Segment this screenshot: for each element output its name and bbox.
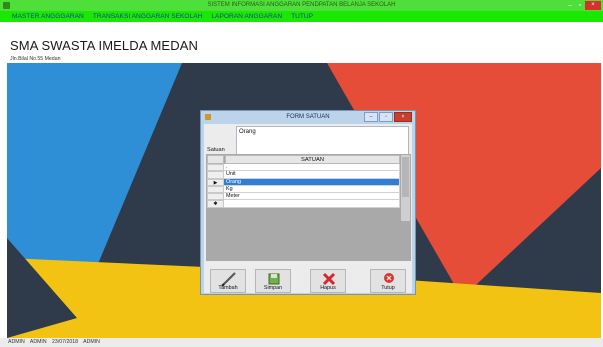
satuan-input[interactable]: Orang — [236, 126, 409, 155]
school-address: Jln.Bilal No.55 Medan — [10, 56, 61, 62]
menu-tutup[interactable]: TUTUP — [291, 13, 313, 20]
minimize-icon[interactable]: – — [565, 0, 575, 11]
grid-rows: . Unit ▶ Orang Kg Meter ✱ — [207, 164, 400, 208]
status-user-1: ADMIN — [8, 339, 25, 345]
status-role: ADMIN — [83, 339, 100, 345]
simpan-label: Simpan — [263, 285, 283, 291]
satuan-cell[interactable] — [224, 200, 400, 208]
satuan-label: Satuan — [207, 147, 225, 153]
table-row[interactable]: Kg — [207, 185, 400, 194]
row-marker[interactable] — [207, 193, 224, 201]
status-user-2: ADMIN — [29, 339, 47, 345]
simpan-button[interactable]: Simpan — [255, 269, 291, 293]
status-bar: ADMIN ADMIN 23/07/2018 ADMIN — [0, 338, 603, 347]
menu-master-anggaran[interactable]: MASTER ANGGGARAN — [12, 13, 84, 20]
grid-scrollbar[interactable] — [401, 155, 410, 221]
hapus-label: Hapus — [320, 285, 336, 291]
maximize-icon[interactable]: ▫ — [379, 112, 393, 122]
dialog-controls: – ▫ × — [363, 112, 412, 122]
grid-corner — [207, 155, 224, 164]
satuan-cell[interactable]: Kg — [224, 185, 400, 194]
row-marker[interactable]: ✱ — [207, 200, 224, 208]
row-marker[interactable] — [207, 164, 224, 172]
row-marker[interactable] — [207, 185, 224, 194]
table-row-new[interactable]: ✱ — [207, 200, 400, 208]
main-title-bar: SISTEM INFORMASI ANGGARAN PENDPATAN BELA… — [0, 0, 603, 11]
menu-laporan-anggaran[interactable]: LAPORAN ANGGARAN — [211, 13, 282, 20]
table-row[interactable]: Unit — [207, 171, 400, 179]
window-title: SISTEM INFORMASI ANGGARAN PENDPATAN BELA… — [207, 2, 396, 8]
menu-transaksi-anggaran[interactable]: TRANSAKSI ANGGARAN SEKOLAH — [93, 13, 203, 20]
minimize-icon[interactable]: – — [364, 112, 378, 122]
table-row[interactable]: . — [207, 164, 400, 172]
grid-column-header[interactable]: SATUAN — [225, 155, 400, 164]
table-row[interactable]: Meter — [207, 193, 400, 201]
satuan-grid: SATUAN . Unit ▶ Orang Kg Meter ✱ — [206, 154, 411, 261]
form-satuan-dialog: FORM SATUAN – ▫ × Satuan Orang SATUAN . … — [200, 110, 416, 295]
form-body: Satuan Orang SATUAN . Unit ▶ Orang Kg Me… — [204, 124, 412, 293]
maximize-icon[interactable]: ▫ — [575, 0, 585, 11]
menu-bar: MASTER ANGGGARAN TRANSAKSI ANGGARAN SEKO… — [0, 11, 603, 22]
row-marker[interactable]: ▶ — [207, 178, 224, 186]
satuan-cell[interactable]: Unit — [224, 171, 400, 179]
tutup-label: Tutup — [381, 285, 395, 291]
scrollbar-thumb[interactable] — [402, 157, 409, 197]
window-controls: – ▫ × — [565, 0, 603, 11]
tambah-label: Tambah — [218, 285, 238, 291]
satuan-cell[interactable]: Meter — [224, 193, 400, 201]
tambah-button[interactable]: Tambah — [210, 269, 246, 293]
hapus-button[interactable]: Hapus — [310, 269, 346, 293]
row-marker[interactable] — [207, 171, 224, 179]
table-row-selected[interactable]: ▶ Orang — [207, 178, 400, 186]
status-date: 23/07/2018 — [52, 339, 79, 345]
school-name: SMA SWASTA IMELDA MEDAN — [10, 38, 198, 53]
satuan-cell[interactable]: . — [224, 164, 400, 172]
header: SMA SWASTA IMELDA MEDAN Jln.Bilal No.55 … — [0, 22, 603, 63]
close-icon[interactable]: × — [585, 1, 601, 10]
close-icon[interactable]: × — [394, 112, 412, 122]
app-icon — [3, 2, 10, 9]
satuan-cell[interactable]: Orang — [224, 178, 400, 186]
tutup-button[interactable]: Tutup — [370, 269, 406, 293]
form-buttons: Tambah Simpan Hapus Tutup — [204, 265, 412, 295]
